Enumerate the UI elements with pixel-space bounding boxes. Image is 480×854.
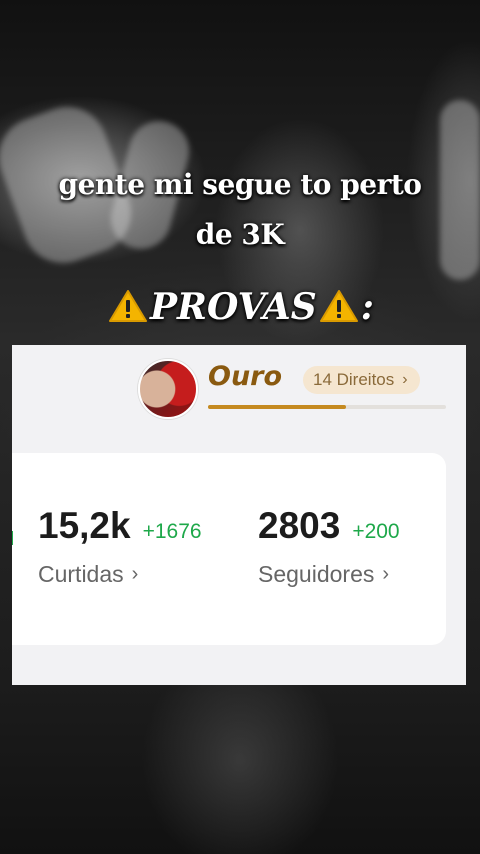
followers-count: 2803 (258, 505, 341, 546)
likes-delta: +1676 (142, 520, 202, 543)
chevron-right-icon: › (382, 563, 390, 585)
provas-heading: PROVAS : (0, 286, 480, 328)
warning-icon (319, 289, 359, 323)
followers-delta: +200 (352, 520, 400, 543)
likes-label: Curtidas (38, 561, 124, 587)
warning-icon (108, 289, 148, 323)
chevron-right-icon: › (131, 563, 139, 585)
tier-label: Ouro (208, 361, 283, 392)
provas-suffix: : (360, 286, 375, 328)
tier-progress-fill (208, 405, 347, 409)
followers-stat[interactable]: 2803 +200 Seguidores › (258, 505, 400, 588)
caption-line-1: gente mi segue to perto (58, 168, 422, 201)
rights-button[interactable]: 14 Direitos › (303, 366, 420, 394)
followers-label: Seguidores (258, 561, 375, 587)
provas-text: PROVAS (149, 286, 317, 328)
caption-line-2: de 3K (195, 218, 285, 251)
likes-stat[interactable]: 15,2k +1676 Curtidas › (38, 505, 202, 588)
rights-label: 14 Direitos (313, 370, 395, 389)
chevron-right-icon: › (402, 371, 408, 388)
likes-count: 15,2k (38, 505, 131, 546)
stats-card: 15,2k +1676 Curtidas › 2803 +200 Seguido… (12, 453, 446, 645)
tier-progress-bar (208, 405, 446, 409)
profile-screenshot: Ouro 14 Direitos › 15,2k +1676 Curtidas … (12, 345, 466, 685)
edge-mark (12, 531, 13, 545)
avatar[interactable] (138, 359, 198, 419)
